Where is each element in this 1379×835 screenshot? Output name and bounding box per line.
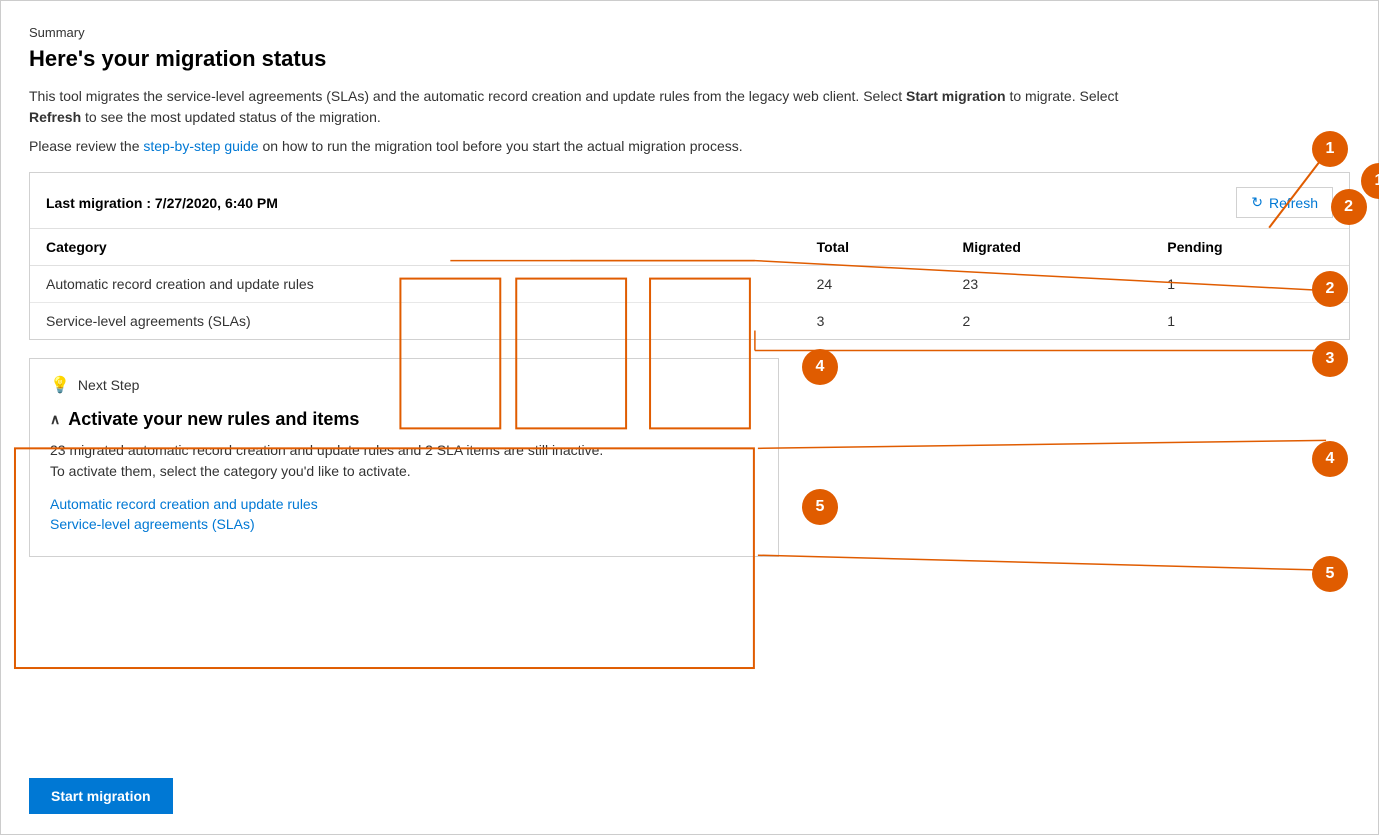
migrated-sla: 2 xyxy=(947,303,1152,340)
next-step-box: 4 5 💡 Next Step ∧ Activate your new rule… xyxy=(29,358,779,557)
col-header-total: Total 2 xyxy=(801,229,947,266)
callout-circle-3: 3 xyxy=(1312,341,1348,377)
callout-circle-5: 5 xyxy=(1312,556,1348,592)
start-migration-button[interactable]: Start migration xyxy=(29,778,173,814)
table-header-row: Category Total 2 Migrated Pending xyxy=(30,229,1349,266)
step-by-step-guide-link[interactable]: step-by-step guide xyxy=(143,138,258,154)
migrated-arc: 23 xyxy=(947,266,1152,303)
migration-table: Category Total 2 Migrated Pending Automa… xyxy=(30,229,1349,339)
callout-circle-1: 1 xyxy=(1312,131,1348,167)
activate-arc-link[interactable]: Automatic record creation and update rul… xyxy=(50,496,758,512)
summary-label: Summary xyxy=(29,25,1350,40)
next-step-header: 💡 Next Step xyxy=(50,375,758,395)
next-step-label: Next Step xyxy=(78,377,139,393)
category-sla: Service-level agreements (SLAs) xyxy=(30,303,801,340)
category-arc: Automatic record creation and update rul… xyxy=(30,266,801,303)
pending-sla: 1 xyxy=(1151,303,1349,340)
callout-circle-2: 2 xyxy=(1312,271,1348,307)
callout-2: 2 xyxy=(1331,189,1367,225)
description-text: This tool migrates the service-level agr… xyxy=(29,86,1129,128)
callout-circle-4: 4 xyxy=(1312,441,1348,477)
page-title: Here's your migration status xyxy=(29,46,1350,72)
guide-text: Please review the step-by-step guide on … xyxy=(29,138,1350,154)
callout-4: 4 xyxy=(802,349,838,385)
col-header-pending: Pending xyxy=(1151,229,1349,266)
refresh-label: Refresh xyxy=(1269,195,1318,211)
total-arc: 24 xyxy=(801,266,947,303)
table-row: Automatic record creation and update rul… xyxy=(30,266,1349,303)
refresh-icon: ↻ xyxy=(1251,194,1263,211)
activate-sla-link[interactable]: Service-level agreements (SLAs) xyxy=(50,516,758,532)
col-header-category: Category xyxy=(30,229,801,266)
migration-header: Last migration : 7/27/2020, 6:40 PM ↻ Re… xyxy=(30,173,1349,229)
activate-title: Activate your new rules and items xyxy=(68,409,359,430)
lightbulb-icon: 💡 xyxy=(50,375,70,395)
callout-5: 5 xyxy=(802,489,838,525)
migration-status-box: 1 Last migration : 7/27/2020, 6:40 PM ↻ … xyxy=(29,172,1350,340)
table-row: Service-level agreements (SLAs) 3 2 1 xyxy=(30,303,1349,340)
total-sla: 3 xyxy=(801,303,947,340)
callout-1: 1 xyxy=(1361,163,1379,199)
chevron-up-icon: ∧ xyxy=(50,411,60,428)
col-header-migrated: Migrated xyxy=(947,229,1152,266)
last-migration-text: Last migration : 7/27/2020, 6:40 PM xyxy=(46,195,278,211)
activate-description: 23 migrated automatic record creation an… xyxy=(50,440,758,482)
activate-header: ∧ Activate your new rules and items xyxy=(50,409,758,430)
bottom-bar: Start migration xyxy=(29,762,1350,814)
refresh-button[interactable]: ↻ Refresh xyxy=(1236,187,1333,218)
